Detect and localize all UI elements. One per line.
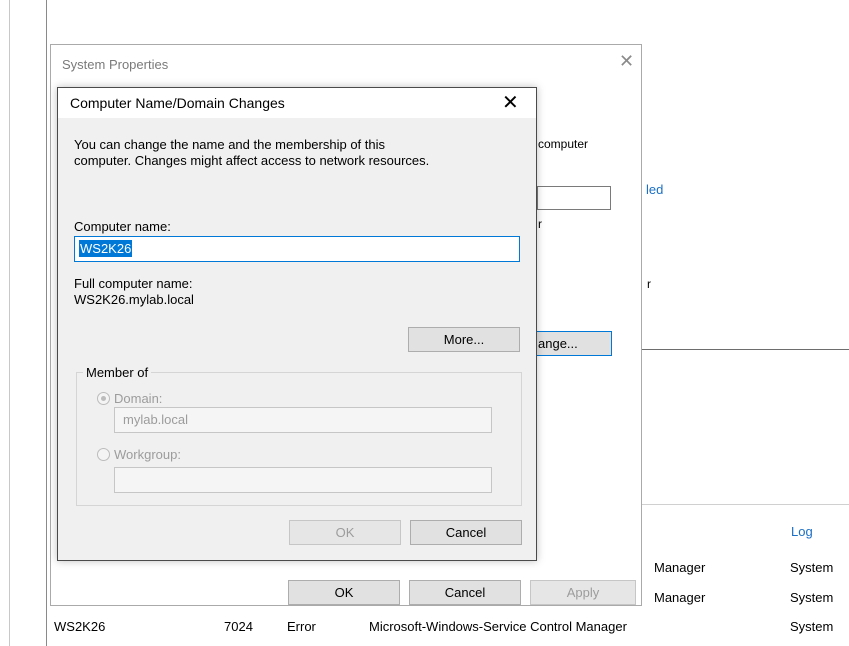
- member-of-label: Member of: [83, 365, 152, 380]
- dialog-title: Computer Name/Domain Changes: [70, 95, 285, 111]
- event-level: Error: [287, 619, 316, 634]
- full-name-label: Full computer name:: [74, 276, 193, 291]
- close-icon[interactable]: ✕: [619, 51, 634, 72]
- page-edge-line: [9, 0, 10, 646]
- partial-link-led[interactable]: led: [646, 182, 663, 197]
- more-button[interactable]: More...: [408, 327, 520, 352]
- panel-divider-line: [642, 349, 849, 350]
- domain-label: Domain:: [114, 391, 163, 406]
- description-text: computer. Changes might affect access to…: [74, 153, 430, 168]
- event-source: Microsoft-Windows-Service Control Manage…: [369, 619, 627, 634]
- dialog-titlebar[interactable]: Computer Name/Domain Changes ✕: [58, 88, 536, 118]
- computer-name-input[interactable]: WS2K26: [74, 236, 520, 262]
- computer-name-dialog: Computer Name/Domain Changes ✕ You can c…: [57, 87, 537, 561]
- apply-button[interactable]: Apply: [530, 580, 636, 605]
- dialog-cancel-button[interactable]: Cancel: [410, 520, 522, 545]
- member-of-group: Member of Domain: mylab.local Workgroup:: [76, 365, 522, 506]
- workgroup-label: Workgroup:: [114, 447, 181, 462]
- close-icon[interactable]: ✕: [502, 90, 519, 115]
- domain-value: mylab.local: [123, 412, 189, 427]
- event-log: System: [790, 590, 834, 605]
- left-border-line: [46, 0, 47, 646]
- window-title: System Properties: [62, 57, 169, 72]
- domain-radio[interactable]: [97, 392, 110, 405]
- partial-text-r: r: [647, 277, 651, 291]
- event-source: Manager: [654, 590, 706, 605]
- workgroup-radio[interactable]: [97, 448, 110, 461]
- partial-textbox[interactable]: [537, 186, 611, 210]
- full-name-value: WS2K26.mylab.local: [74, 292, 194, 307]
- computer-name-label: Computer name:: [74, 219, 171, 234]
- log-column-header[interactable]: Log: [791, 524, 813, 539]
- ok-button[interactable]: OK: [288, 580, 400, 605]
- cancel-button[interactable]: Cancel: [409, 580, 521, 605]
- workgroup-input[interactable]: [114, 467, 492, 493]
- panel-divider-line-2: [642, 504, 849, 505]
- event-source: Manager: [654, 560, 706, 575]
- event-log: System: [790, 619, 834, 634]
- event-server: WS2K26: [54, 619, 106, 634]
- change-button[interactable]: ange...: [536, 331, 612, 356]
- computer-name-value: WS2K26: [79, 240, 133, 257]
- domain-input[interactable]: mylab.local: [114, 407, 492, 433]
- partial-text-r: r: [538, 217, 542, 231]
- dialog-ok-button[interactable]: OK: [289, 520, 401, 545]
- description-text: You can change the name and the membersh…: [74, 137, 386, 152]
- event-id: 7024: [224, 619, 253, 634]
- event-log: System: [790, 560, 834, 575]
- partial-text-computer: computer: [538, 137, 589, 151]
